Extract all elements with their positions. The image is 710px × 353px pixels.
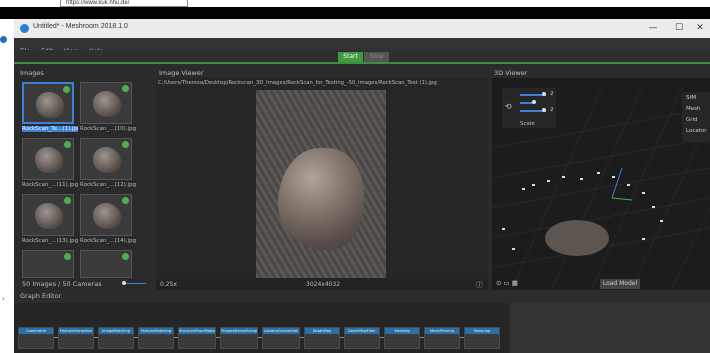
rock-photo-thumb <box>93 147 121 173</box>
pointcloud-rock <box>545 220 609 256</box>
menu-bar: File Edit View Help <box>14 38 710 55</box>
slider-knob[interactable] <box>122 281 126 285</box>
thumbnail-2[interactable] <box>80 82 132 124</box>
thumbnail-label: RockScan_...(13).jpg <box>22 238 78 244</box>
check-icon <box>122 197 129 204</box>
thumbnail-label: RockScan_...(12).jpg <box>80 182 136 188</box>
legend-grid[interactable]: Grid <box>686 117 698 123</box>
zoom-level: 0.25x <box>160 281 177 288</box>
legend-locator[interactable]: Locator <box>686 128 707 134</box>
check-icon <box>122 253 129 260</box>
check-icon <box>122 85 129 92</box>
close-button[interactable]: ✕ <box>691 21 709 35</box>
check-icon <box>122 141 129 148</box>
node-prepare-dense-scene[interactable]: PrepareDenseScene <box>220 327 258 349</box>
node-image-matching[interactable]: ImageMatching <box>98 327 134 349</box>
thumbnail-4[interactable] <box>80 138 132 180</box>
rock-photo-thumb <box>93 203 121 229</box>
rock-photo-thumb <box>36 92 64 118</box>
node-mesh-filtering[interactable]: MeshFiltering <box>424 327 460 349</box>
thumbnail-7[interactable] <box>22 250 74 278</box>
image-viewer-panel: C:/Users/Theresa/Desktop/Rockscan_3D_Ima… <box>156 78 488 290</box>
graph-editor-panel: Graph Editor CameraInit FeatureExtractio… <box>14 291 710 353</box>
thumbnail-label: RockScan_Te...(1).jpg <box>22 126 78 132</box>
check-icon <box>64 197 71 204</box>
control-value-a: 2 <box>550 91 554 97</box>
image-path: C:/Users/Theresa/Desktop/Rockscan_3D_Ima… <box>158 80 437 86</box>
thumbnail-1[interactable] <box>22 82 74 124</box>
node-feature-matching[interactable]: FeatureMatching <box>138 327 174 349</box>
legend-sfm[interactable]: SfM <box>686 95 696 101</box>
node-depth-map[interactable]: DepthMap <box>304 327 340 349</box>
images-panel: RockScan_Te...(1).jpg RockScan_...(10).j… <box>16 78 151 290</box>
rock-photo[interactable] <box>256 90 386 278</box>
minimize-button[interactable]: — <box>644 21 662 35</box>
image-viewer-title: Image Viewer <box>159 69 204 77</box>
viewer-status-bar: 0.25x 3024x4032 ⓘ <box>156 279 488 290</box>
graph-canvas[interactable]: CameraInit FeatureExtraction ImageMatchi… <box>14 303 509 353</box>
title-bar: Untitled* - Meshroom 2018.1.0 — ☐ ✕ <box>14 19 710 38</box>
node-camera-init[interactable]: CameraInit <box>18 327 54 349</box>
viewer-controls: ⟲ 2 2 Scale <box>502 88 556 128</box>
meshroom-window: Untitled* - Meshroom 2018.1.0 — ☐ ✕ File… <box>14 19 710 353</box>
maximize-button[interactable]: ☐ <box>670 21 688 35</box>
stop-button[interactable]: Stop <box>364 52 389 62</box>
node-meshing[interactable]: Meshing <box>384 327 420 349</box>
action-bar: Start Stop <box>14 50 710 64</box>
thumbnail-size-slider[interactable] <box>124 283 146 284</box>
check-icon <box>64 141 71 148</box>
meshroom-logo-icon <box>20 24 29 33</box>
node-camera-connection[interactable]: CameraConnection <box>262 327 300 349</box>
viewer-3d-title: 3D Viewer <box>494 69 528 77</box>
window-title: Untitled* - Meshroom 2018.1.0 <box>33 23 128 30</box>
check-icon <box>64 253 71 260</box>
load-model-button[interactable]: Load Model <box>600 279 640 289</box>
browser-frame-band <box>0 7 710 19</box>
slider-knob[interactable] <box>532 100 536 104</box>
thumbnail-5[interactable] <box>22 194 74 236</box>
thumbnail-6[interactable] <box>80 194 132 236</box>
taskbar-dot-icon <box>0 36 7 43</box>
rock-photo-thumb <box>93 91 121 117</box>
rock-photo-thumb <box>35 147 63 173</box>
rock-photo-thumb <box>35 203 63 229</box>
node-structure-from-motion[interactable]: StructureFromMotion <box>178 327 216 349</box>
check-icon <box>63 86 70 93</box>
legend-mesh[interactable]: Mesh <box>686 106 700 112</box>
thumbnail-8[interactable] <box>80 250 132 278</box>
thumbnail-3[interactable] <box>22 138 74 180</box>
image-resolution: 3024x4032 <box>306 281 341 288</box>
images-panel-title: Images <box>20 69 44 77</box>
images-count: 50 Images / 50 Cameras <box>22 280 102 288</box>
node-attributes-panel <box>511 303 710 353</box>
rotate-icon[interactable]: ⟲ <box>505 102 512 111</box>
thumbnail-label: RockScan_...(10).jpg <box>80 126 136 132</box>
node-texturing[interactable]: Texturing <box>464 327 500 349</box>
browser-url[interactable]: https://www.kuk.hhu.de/ <box>60 0 188 7</box>
start-button[interactable]: Start <box>338 52 363 62</box>
thumbnail-label: RockScan_...(11).jpg <box>22 182 78 188</box>
viewer-3d-panel[interactable]: ⟲ 2 2 Scale SfM Mesh Grid Locator ⊙ ▭ ▦ … <box>492 78 710 290</box>
slider-knob[interactable] <box>542 108 546 112</box>
control-value-b: 2 <box>550 107 554 113</box>
viewer-3d-toolbar-icons[interactable]: ⊙ ▭ ▦ <box>496 279 518 287</box>
node-depth-map-filter[interactable]: DepthMapFilter <box>344 327 380 349</box>
slider-knob[interactable] <box>542 92 546 96</box>
layer-legend: SfM Mesh Grid Locator <box>682 92 710 142</box>
node-feature-extraction[interactable]: FeatureExtraction <box>58 327 94 349</box>
thumbnail-label: RockScan_...(14).jpg <box>80 238 136 244</box>
side-arrow-icon: › <box>2 295 5 303</box>
info-icon[interactable]: ⓘ <box>476 280 483 290</box>
scale-label: Scale <box>520 121 535 127</box>
graph-editor-title: Graph Editor <box>20 292 62 300</box>
rock-shape <box>278 148 364 250</box>
